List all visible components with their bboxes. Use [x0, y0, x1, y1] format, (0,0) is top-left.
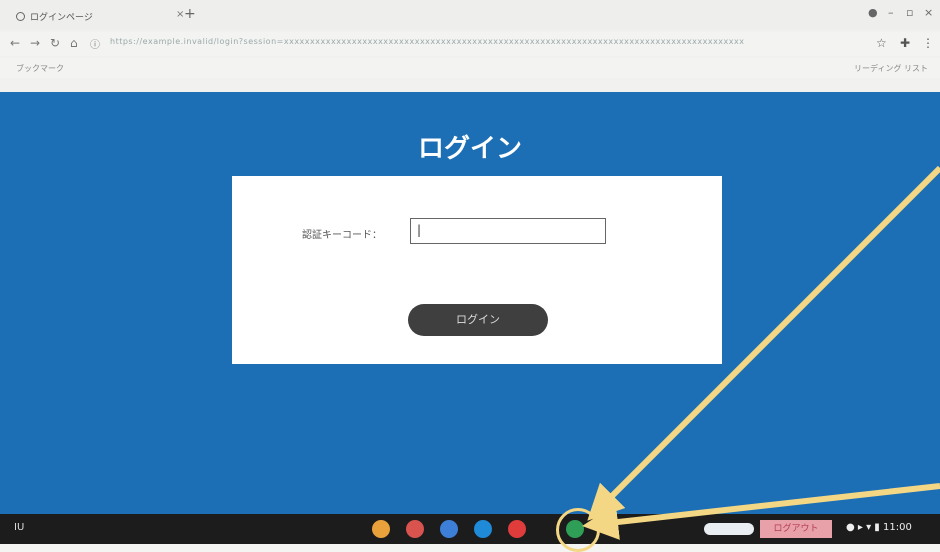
browser-window: ログインページ × + ● – ▫ × ← → ↻ ⌂ ⓘ https://ex… [0, 0, 940, 552]
arrow-upper [587, 165, 940, 521]
arrow-lower [582, 483, 940, 540]
annotation-arrows [582, 165, 940, 540]
